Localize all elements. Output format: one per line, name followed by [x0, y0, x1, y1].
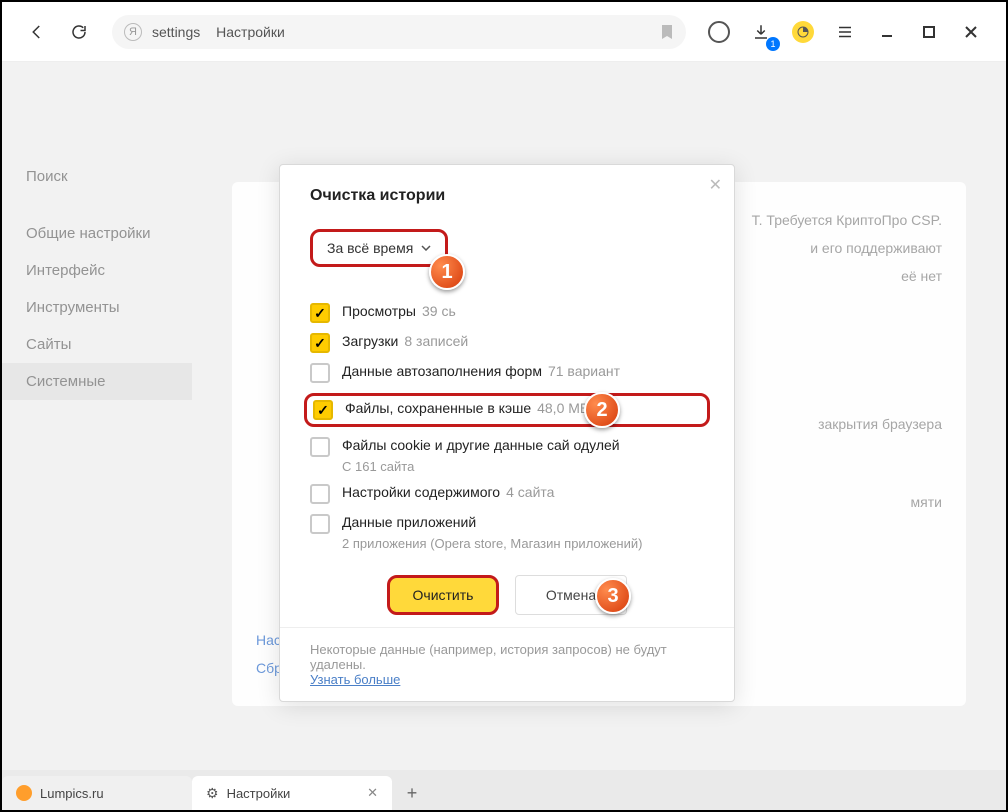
sidebar-item-system[interactable]: Системные — [2, 363, 192, 400]
downloads-button[interactable]: 1 — [744, 15, 778, 49]
sidebar-item-interface[interactable]: Интерфейс — [2, 252, 192, 289]
maximize-button[interactable] — [912, 15, 946, 49]
dialog-title: Очистка истории — [310, 187, 704, 205]
gear-icon: ⚙ — [206, 785, 219, 802]
checkbox-views[interactable] — [310, 303, 330, 323]
checkbox-row-downloads: Загрузки8 записей — [310, 333, 704, 353]
checkbox-downloads[interactable] — [310, 333, 330, 353]
browser-toolbar: Я settings Настройки 1 — [2, 2, 1006, 62]
chevron-down-icon — [421, 245, 431, 251]
reload-button[interactable] — [62, 15, 96, 49]
tab-lumpics[interactable]: Lumpics.ru — [2, 776, 192, 810]
sidebar-item-sites[interactable]: Сайты — [2, 326, 192, 363]
address-bar[interactable]: Я settings Настройки — [112, 15, 686, 49]
annotation-step-3: 3 — [595, 578, 631, 614]
close-window-button[interactable] — [954, 15, 988, 49]
dialog-footer: Некоторые данные (например, история запр… — [280, 627, 734, 701]
tab-strip: Lumpics.ru ⚙ Настройки ✕ + — [2, 770, 1006, 810]
sidebar-item-general[interactable]: Общие настройки — [2, 215, 192, 252]
checkbox-content[interactable] — [310, 484, 330, 504]
time-range-dropdown[interactable]: За всё время — [310, 229, 448, 267]
minimize-button[interactable] — [870, 15, 904, 49]
downloads-badge: 1 — [766, 37, 780, 51]
checkbox-apps[interactable] — [310, 514, 330, 534]
back-button[interactable] — [20, 15, 54, 49]
checkbox-autofill[interactable] — [310, 363, 330, 383]
time-range-value: За всё время — [327, 240, 413, 256]
clear-button[interactable]: Очистить — [387, 575, 499, 615]
new-tab-button[interactable]: + — [392, 776, 432, 810]
checkbox-row-views: Просмотры39 сь — [310, 303, 704, 323]
checkbox-row-apps: Данные приложений 2 приложения (Opera st… — [310, 514, 704, 551]
yandex-icon: Я — [124, 23, 142, 41]
checkbox-cache[interactable] — [313, 400, 333, 420]
annotation-step-1: 1 — [429, 254, 465, 290]
favicon-lumpics-icon — [16, 785, 32, 801]
settings-sidebar: Поиск Общие настройки Интерфейс Инструме… — [2, 62, 192, 770]
learn-more-link[interactable]: Узнать больше — [310, 672, 400, 687]
address-label: Настройки — [216, 24, 285, 40]
alisa-button[interactable] — [702, 15, 736, 49]
clear-history-dialog: ✕ Очистка истории За всё время Просмотры… — [279, 164, 735, 702]
close-icon[interactable]: ✕ — [709, 175, 722, 195]
bookmark-icon[interactable] — [660, 24, 674, 40]
checkbox-row-autofill: Данные автозаполнения форм71 вариант — [310, 363, 704, 383]
tab-settings[interactable]: ⚙ Настройки ✕ — [192, 776, 392, 810]
sidebar-item-tools[interactable]: Инструменты — [2, 289, 192, 326]
checkbox-row-content: Настройки содержимого4 сайта — [310, 484, 704, 504]
annotation-step-2: 2 — [584, 392, 620, 428]
checkbox-row-cookies: Файлы cookie и другие данные сай одулей … — [310, 437, 704, 474]
sidebar-search[interactable]: Поиск — [2, 158, 192, 195]
checkbox-cookies[interactable] — [310, 437, 330, 457]
checkbox-row-cache: Файлы, сохраненные в кэше48,0 МБ — [304, 393, 710, 427]
dialog-actions: Очистить Отмена — [310, 575, 704, 615]
menu-button[interactable] — [828, 15, 862, 49]
extension-button[interactable] — [786, 15, 820, 49]
address-prefix: settings — [152, 24, 200, 40]
close-tab-icon[interactable]: ✕ — [367, 785, 378, 801]
